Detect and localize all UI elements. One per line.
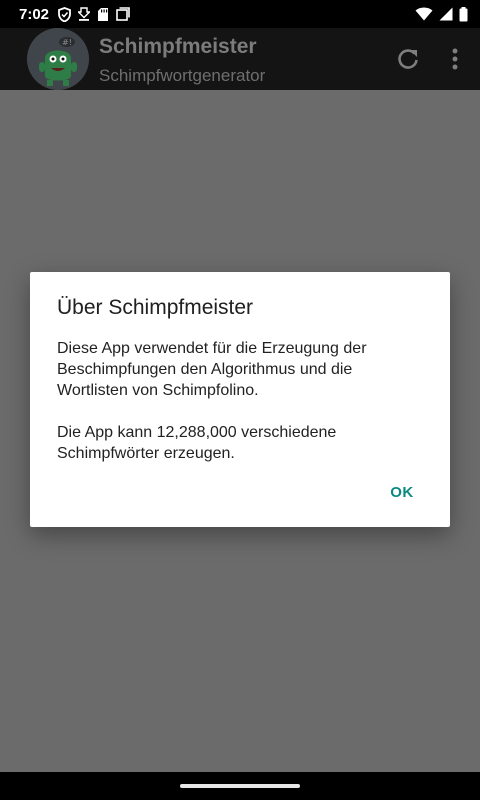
monster-logo-icon: #! bbox=[27, 28, 89, 90]
status-right-icons bbox=[415, 6, 468, 22]
about-dialog: Über Schimpfmeister Diese App verwendet … bbox=[30, 272, 450, 527]
app-subtitle: Schimpfwortgenerator bbox=[99, 66, 266, 85]
status-time: 7:02 bbox=[19, 5, 50, 23]
more-vert-icon bbox=[452, 48, 458, 70]
ok-button[interactable]: OK bbox=[382, 484, 422, 501]
dialog-paragraph-algorithm: Diese App verwendet für die Erzeugung de… bbox=[57, 340, 367, 399]
app-logo: #! bbox=[27, 28, 89, 90]
overflow-menu-button[interactable] bbox=[445, 46, 465, 72]
home-gesture-handle[interactable] bbox=[180, 784, 300, 788]
status-bar: 7:02 bbox=[0, 0, 480, 28]
signal-icon bbox=[439, 7, 453, 21]
app-title: Schimpfmeister bbox=[99, 35, 257, 58]
dialog-paragraph-count: Die App kann 12,288,000 verschiedene Sch… bbox=[57, 424, 337, 462]
refresh-icon bbox=[398, 49, 418, 69]
screenshot-icon bbox=[116, 7, 130, 21]
navigation-bar bbox=[0, 772, 480, 800]
svg-text:#!: #! bbox=[62, 38, 72, 47]
app-bar: #! Schimpfmeister Schimpfwortgenerator bbox=[0, 28, 480, 90]
dialog-message: Diese App verwendet für die Erzeugung de… bbox=[57, 338, 427, 464]
battery-icon bbox=[459, 6, 468, 22]
wifi-icon bbox=[415, 7, 433, 21]
refresh-button[interactable] bbox=[394, 45, 422, 73]
shield-icon bbox=[58, 6, 71, 22]
download-icon bbox=[78, 7, 91, 21]
status-left-icons bbox=[58, 6, 130, 22]
dialog-title: Über Schimpfmeister bbox=[57, 296, 254, 319]
sd-card-icon bbox=[97, 7, 109, 22]
